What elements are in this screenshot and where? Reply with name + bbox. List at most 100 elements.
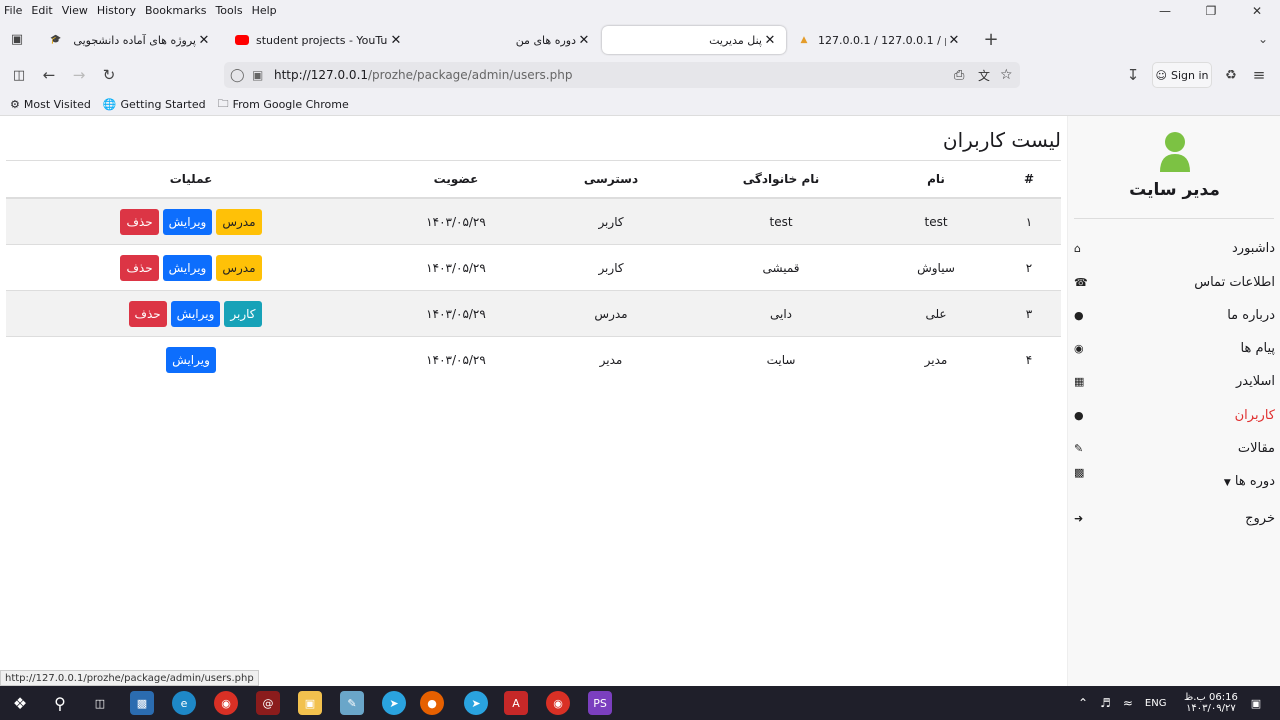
sidebar-item-label: دوره ها ▼ [1223,473,1275,489]
row-joined: ۱۴۰۳/۰۵/۲۹ [426,214,486,229]
sign-in-button[interactable]: ☺ Sign in [1152,62,1212,88]
reload-icon[interactable]: ↻ [96,62,122,88]
back-icon[interactable]: ← [36,62,62,88]
sidebar-item-about[interactable]: ● درباره ما [1068,303,1280,327]
bookmark-most-visited[interactable]: ⚙ Most Visited [10,98,91,111]
chrome-icon[interactable]: ◉ [214,691,238,715]
row-role: مدیر [599,353,623,367]
delete-button[interactable]: حذف [120,208,159,235]
close-icon[interactable]: ✕ [576,33,592,48]
new-tab-icon[interactable]: + [978,26,1004,52]
file-explorer-icon[interactable]: ▣ [298,691,322,715]
firefox-icon[interactable]: ● [420,691,444,715]
edit-button[interactable]: ویرایش [166,347,216,373]
delete-button[interactable]: حذف [128,300,167,327]
sidebar-item-dashboard[interactable]: ⌂ داشبورد [1068,236,1280,260]
edit-button[interactable]: ویرایش [162,254,213,281]
tab-list-icon[interactable]: ⌄ [1250,26,1276,52]
language-indicator[interactable]: ENG [1145,698,1167,709]
notepad-icon[interactable]: ✎ [340,691,364,715]
close-icon[interactable]: ✕ [946,33,962,48]
extensions-icon[interactable]: ♻ [1218,62,1244,88]
menu-view[interactable]: View [62,4,88,17]
tab-overview-icon[interactable]: ▣ [4,26,30,52]
chevron-up-icon[interactable]: ⌃ [1078,696,1088,710]
sidebar-item-articles[interactable]: ✎ مقالات [1068,436,1280,460]
phpstorm-icon[interactable]: PS [588,691,612,715]
page-icon: ▣ [252,68,264,82]
menu-history[interactable]: History [97,4,136,17]
menu-icon[interactable]: ≡ [1246,62,1272,88]
forward-icon[interactable]: → [66,62,92,88]
bookmark-from-chrome[interactable]: 🗀 From Google Chrome [218,95,349,114]
volume-icon[interactable]: ♬ [1100,696,1111,710]
sidebar-item-messages[interactable]: ◉ پیام ها [1068,336,1280,360]
shield-icon[interactable]: ◯ [230,68,245,83]
make-user-button[interactable]: کاربر [224,300,262,327]
graduation-cap-icon: 🎓 [50,35,62,45]
bookmark-label: Most Visited [23,97,91,111]
tab-projects[interactable]: 🎓 پروژه های آماده دانشجویی | دانلـ ✕ [40,26,220,54]
row-role: کاربر [598,260,624,275]
sidebar-toggle-icon[interactable]: ◫ [6,62,32,88]
url-bar[interactable]: ◯ ▣ http://127.0.0.1/prozhe/package/admi… [224,62,1020,88]
row-actions: ویرایش [66,337,316,383]
col-number: # [1023,172,1035,186]
edit-button[interactable]: ویرایش [170,300,221,327]
tab-admin-panel[interactable]: پنل مدیریت ✕ [602,26,786,54]
search-icon[interactable]: ⚲ [48,691,72,715]
menu-tools[interactable]: Tools [215,4,242,17]
app-icon[interactable]: @ [256,691,280,715]
tab-bar: ▣ 🎓 پروژه های آماده دانشجویی | دانلـ ✕ s… [0,24,1280,56]
close-window-icon[interactable]: ✕ [1234,0,1280,22]
sidebar-item-courses[interactable]: ▩ دوره ها ▼ [1068,466,1280,493]
sidebar-item-users[interactable]: ● کاربران [1068,403,1280,427]
restore-icon[interactable]: ❐ [1188,0,1234,22]
telegram-icon[interactable]: ➤ [382,691,406,715]
tab-phpmyadmin[interactable]: ▲ 127.0.0.1 / 127.0.0.1 / package / ✕ [788,26,970,54]
sidebar-item-label: پیام ها [1240,340,1276,356]
sign-out-icon: ➜ [1074,511,1084,525]
close-icon[interactable]: ✕ [762,33,778,48]
minimize-icon[interactable]: — [1142,0,1188,22]
sidebar-item-contact[interactable]: ☎ اطلاعات تماس [1068,270,1280,294]
tab-title: دوره های من [515,33,576,47]
edit-button[interactable]: ویرایش [162,208,213,235]
sidebar-item-slider[interactable]: ▦ اسلایدر [1068,369,1280,393]
make-teacher-button[interactable]: مدرس [216,254,262,281]
menu-file[interactable]: File [4,4,22,17]
system-tray: ⌃ ♬ ≈ ENG [1078,686,1178,720]
tab-my-courses[interactable]: دوره های من ✕ [414,26,600,54]
row-first-name: test [924,214,948,229]
edge-icon[interactable]: e [172,691,196,715]
bookmark-getting-started[interactable]: 🌐 Getting Started [103,98,206,111]
menu-bookmarks[interactable]: Bookmarks [145,4,206,17]
downloads-icon[interactable]: ↧ [1120,62,1146,88]
chrome-icon[interactable]: ◉ [546,691,570,715]
menu-help[interactable]: Help [252,4,277,17]
telegram-icon[interactable]: ➤ [464,691,488,715]
acrobat-icon[interactable]: A [504,691,528,715]
make-teacher-button[interactable]: مدرس [216,208,262,235]
delete-button[interactable]: حذف [120,254,159,281]
clock[interactable]: 06:16 ب.ظ ۱۴۰۳/۰۹/۲۷ [1184,686,1238,720]
menu-edit[interactable]: Edit [31,4,52,17]
wifi-icon[interactable]: ≈ [1123,696,1133,710]
save-page-icon[interactable]: ⎙ [954,68,964,83]
notifications-icon[interactable]: ▣ [1244,691,1268,715]
close-icon[interactable]: ✕ [196,33,212,48]
row-number: ۱ [1025,214,1033,229]
task-view-icon[interactable]: ◫ [88,691,112,715]
tab-youtube[interactable]: student projects - YouTube ✕ [226,26,412,54]
tab-title: پروژه های آماده دانشجویی | دانلـ [70,33,196,47]
windows-start-icon[interactable]: ❖ [8,691,32,715]
bookmark-star-icon[interactable]: ☆ [1000,67,1013,83]
divider [1074,218,1274,219]
close-icon[interactable]: ✕ [388,33,404,48]
url-text[interactable]: http://127.0.0.1/prozhe/package/admin/us… [274,68,572,82]
sidebar-item-logout[interactable]: ➜ خروج [1068,506,1280,530]
store-icon[interactable]: ▩ [130,691,154,715]
phpmyadmin-icon: ▲ [800,35,808,45]
tab-title: پنل مدیریت [709,33,762,47]
translate-icon[interactable]: 文 [978,67,990,84]
